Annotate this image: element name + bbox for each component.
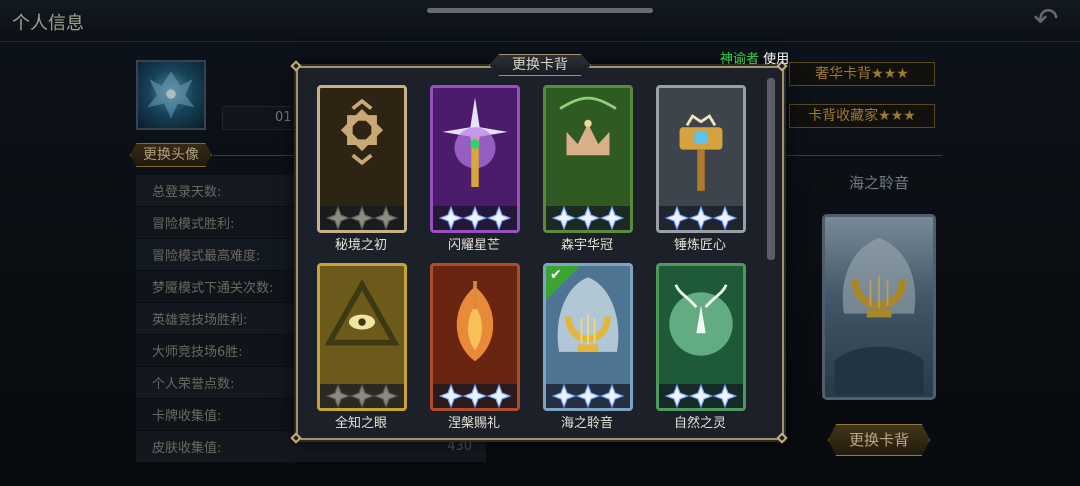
card-back-art (430, 263, 520, 411)
card-back-art (317, 85, 407, 233)
card-back-name: 海之聆音 (560, 416, 613, 431)
card-back-art (656, 85, 746, 233)
card-back-art (656, 263, 746, 411)
card-back-name: 锤炼匠心 (673, 238, 726, 253)
star-rating (546, 206, 630, 230)
card-back-option[interactable]: 全知之眼 (312, 258, 410, 434)
card-back-name: 秘境之初 (334, 238, 387, 253)
card-back-option[interactable]: 秘境之初 (312, 80, 410, 256)
card-back-art (317, 263, 407, 411)
modal-title: 更换卡背 (489, 54, 591, 76)
star-rating (320, 206, 404, 230)
card-back-option[interactable]: 自然之灵 (651, 258, 749, 434)
star-rating (433, 384, 517, 408)
star-rating (433, 206, 517, 230)
card-back-art (430, 85, 520, 233)
card-back-name: 自然之灵 (673, 416, 726, 431)
check-icon: ✔ (550, 267, 562, 283)
card-back-option[interactable]: ✔ 海之聆音 (538, 258, 636, 434)
card-back-art (543, 85, 633, 233)
star-rating (320, 384, 404, 408)
card-back-option[interactable]: 锤炼匠心 (651, 80, 749, 256)
card-back-name: 森宇华冠 (560, 238, 613, 253)
card-back-option[interactable]: 闪耀星芒 (425, 80, 523, 256)
card-back-name: 涅槃赐礼 (447, 416, 500, 431)
star-rating (659, 384, 743, 408)
card-back-name: 全知之眼 (334, 416, 387, 431)
card-back-option[interactable]: 森宇华冠 (538, 80, 636, 256)
card-back-option[interactable]: 涅槃赐礼 (425, 258, 523, 434)
modal-scrollbar[interactable] (767, 78, 775, 260)
card-back-name: 闪耀星芒 (447, 238, 500, 253)
star-rating (659, 206, 743, 230)
current-user-label: 神谕者 使用 (720, 52, 790, 67)
star-rating (546, 384, 630, 408)
card-back-art: ✔ (543, 263, 633, 411)
